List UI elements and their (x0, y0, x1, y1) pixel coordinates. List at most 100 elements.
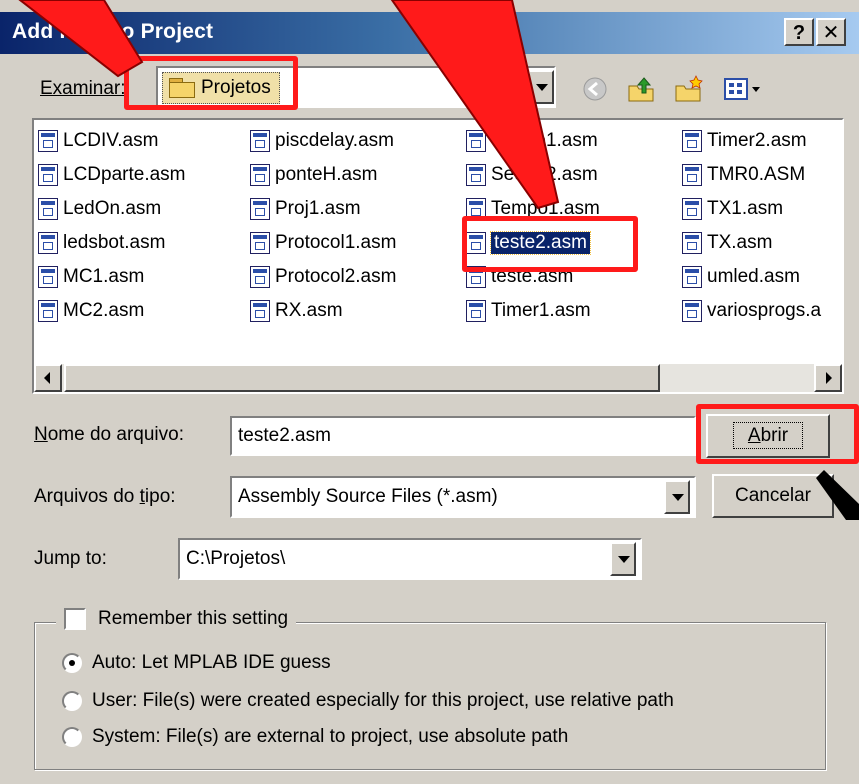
file-name: Timer2.asm (707, 130, 807, 151)
filename-input[interactable]: teste2.asm (230, 416, 696, 456)
radio-button[interactable] (62, 691, 82, 711)
asm-file-icon (38, 130, 58, 152)
asm-file-icon (250, 300, 270, 322)
file-item[interactable]: ponteH.asm (250, 160, 377, 190)
scroll-thumb[interactable] (64, 364, 660, 392)
open-button-highlight (696, 404, 859, 464)
file-name: MC1.asm (63, 266, 145, 287)
jumpto-dropdown-button[interactable] (610, 542, 636, 576)
radio-button[interactable] (62, 727, 82, 747)
asm-file-icon (38, 164, 58, 186)
window-title: Add Files to Project (12, 20, 214, 43)
file-item[interactable]: TX.asm (682, 228, 772, 258)
asm-file-icon (682, 232, 702, 254)
filename-label: Nome do arquivo: (34, 424, 184, 445)
file-item[interactable]: Timer2.asm (682, 126, 807, 156)
back-icon[interactable] (580, 74, 610, 104)
asm-file-icon (682, 130, 702, 152)
path-option[interactable]: Auto: Let MPLAB IDE guess (62, 652, 331, 674)
asm-file-icon (466, 164, 486, 186)
file-name: umled.asm (707, 266, 800, 287)
horizontal-scrollbar[interactable] (34, 364, 842, 392)
asm-file-icon (682, 266, 702, 288)
lookin-label: Examinar: (40, 78, 126, 99)
file-item[interactable]: TMR0.ASM (682, 160, 805, 190)
file-item[interactable]: LCDparte.asm (38, 160, 186, 190)
file-item[interactable]: TX1.asm (682, 194, 783, 224)
filetype-select[interactable]: Assembly Source Files (*.asm) (230, 476, 696, 518)
file-name: LCDIV.asm (63, 130, 159, 151)
file-name: RX.asm (275, 300, 343, 321)
file-name: LCDparte.asm (63, 164, 186, 185)
file-name: TX1.asm (707, 198, 784, 219)
asm-file-icon (38, 198, 58, 220)
lookin-highlight (124, 56, 298, 110)
remember-setting-row: Remember this setting (56, 608, 297, 630)
file-name: MC2.asm (63, 300, 145, 321)
path-option-label: Auto: Let MPLAB IDE guess (92, 652, 331, 673)
filetype-dropdown-button[interactable] (664, 480, 690, 514)
file-item[interactable]: ledsbot.asm (38, 228, 165, 258)
path-option[interactable]: System: File(s) are external to project,… (62, 726, 568, 748)
file-name: Timer1.asm (491, 300, 591, 321)
jumpto-select[interactable]: C:\Projetos\ (178, 538, 642, 580)
remember-setting-checkbox[interactable] (64, 608, 86, 630)
file-name: TX.asm (707, 232, 773, 253)
asm-file-icon (250, 164, 270, 186)
cancel-button[interactable]: Cancelar (712, 474, 834, 518)
file-name: variosprogs.a (707, 300, 822, 321)
file-name: TMR0.ASM (707, 164, 806, 185)
jumpto-label: Jump to: (34, 548, 107, 569)
file-item[interactable]: piscdelay.asm (250, 126, 394, 156)
scroll-left-button[interactable] (34, 364, 62, 392)
file-name: ledsbot.asm (63, 232, 166, 253)
asm-file-icon (250, 232, 270, 254)
file-item[interactable]: Seque2.asm (466, 160, 598, 190)
title-bar[interactable]: Add Files to Project ? ✕ (0, 12, 859, 54)
file-item[interactable]: Timer1.asm (466, 296, 591, 326)
radio-button[interactable] (62, 653, 82, 673)
asm-file-icon (682, 164, 702, 186)
close-button[interactable]: ✕ (816, 18, 846, 46)
file-item[interactable]: umled.asm (682, 262, 800, 292)
scroll-right-button[interactable] (814, 364, 842, 392)
file-item[interactable]: Protocol1.asm (250, 228, 396, 258)
file-item[interactable]: Protocol2.asm (250, 262, 396, 292)
lookin-dropdown-button[interactable] (528, 70, 554, 104)
asm-file-icon (38, 266, 58, 288)
file-name: Proj1.asm (275, 198, 361, 219)
file-name: ponteH.asm (275, 164, 378, 185)
asm-file-icon (250, 198, 270, 220)
asm-file-icon (466, 130, 486, 152)
file-name: Seque1.asm (491, 130, 598, 151)
file-item[interactable]: Seque1.asm (466, 126, 598, 156)
filetype-label: Arquivos do tipo: (34, 486, 176, 507)
file-name: LedOn.asm (63, 198, 162, 219)
selected-file-highlight (462, 216, 638, 272)
file-item[interactable]: Proj1.asm (250, 194, 361, 224)
file-list[interactable]: LCDIV.asm piscdelay.asm Seque1.asm Timer2.a… (32, 118, 844, 394)
path-option-label: System: File(s) are external to project,… (92, 726, 569, 747)
view-menu-icon[interactable] (722, 74, 764, 104)
asm-file-icon (38, 300, 58, 322)
asm-file-icon (38, 232, 58, 254)
file-item[interactable]: LCDIV.asm (38, 126, 158, 156)
arrow-left-icon (44, 372, 50, 384)
up-folder-icon[interactable] (626, 74, 656, 104)
file-item[interactable]: variosprogs.a (682, 296, 821, 326)
asm-file-icon (466, 300, 486, 322)
path-option[interactable]: User: File(s) were created especially fo… (62, 690, 674, 712)
asm-file-icon (682, 198, 702, 220)
file-item[interactable]: RX.asm (250, 296, 343, 326)
file-item[interactable]: MC2.asm (38, 296, 144, 326)
file-name: Protocol2.asm (275, 266, 397, 287)
path-option-label: User: File(s) were created especially fo… (92, 690, 674, 711)
new-folder-icon[interactable] (674, 74, 704, 104)
asm-file-icon (682, 300, 702, 322)
file-name: Seque2.asm (491, 164, 598, 185)
file-item[interactable]: MC1.asm (38, 262, 144, 292)
arrow-right-icon (826, 372, 832, 384)
file-name: Protocol1.asm (275, 232, 397, 253)
help-button[interactable]: ? (784, 18, 814, 46)
file-item[interactable]: LedOn.asm (38, 194, 161, 224)
